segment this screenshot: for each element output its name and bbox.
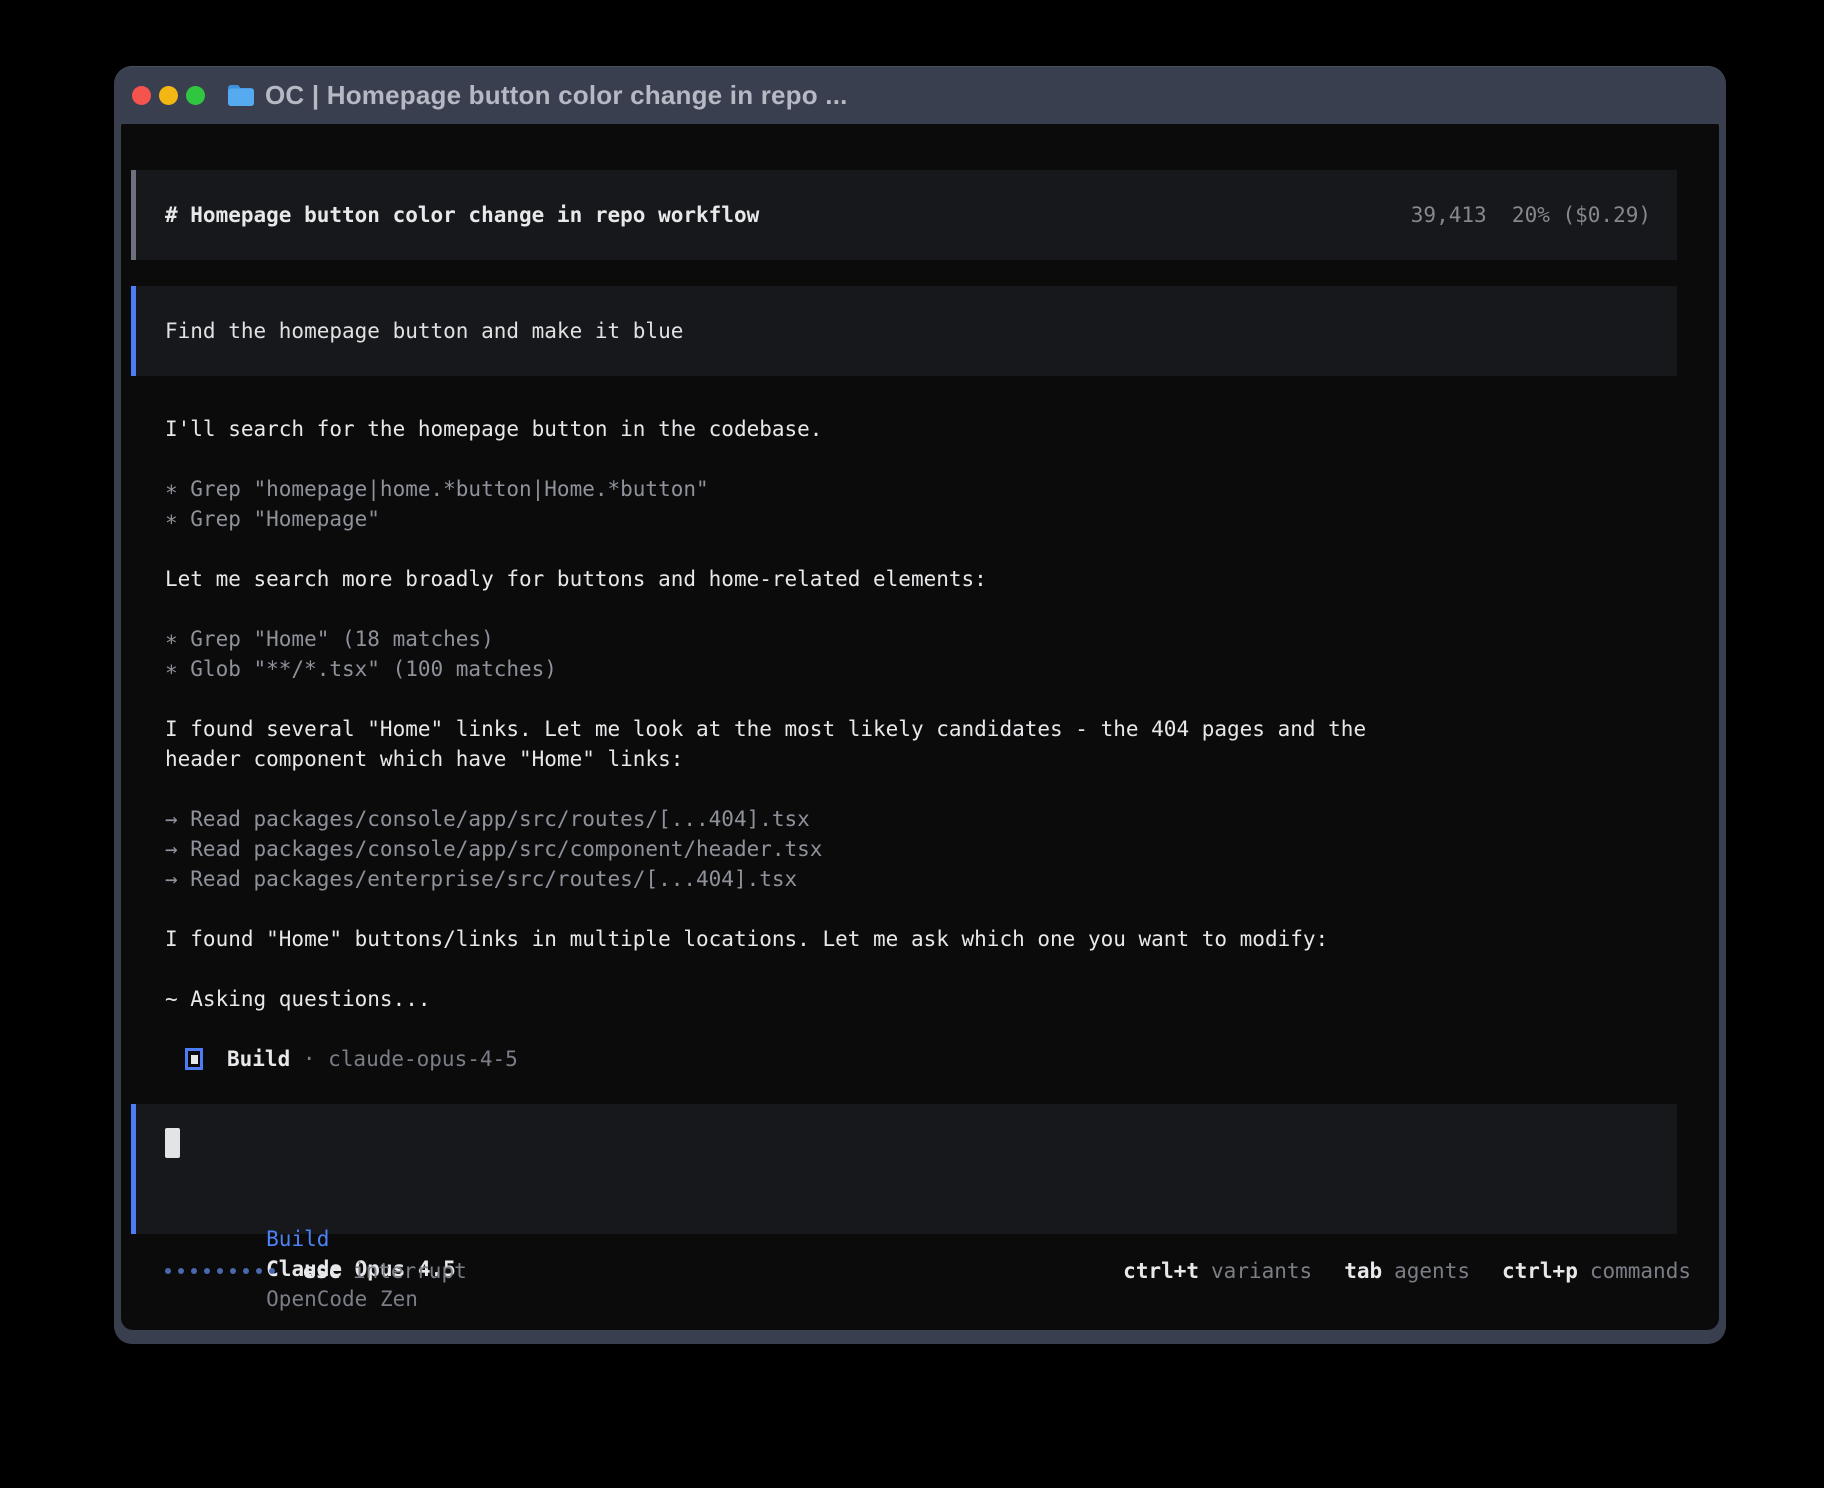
assistant-text-line: I'll search for the homepage button in t… xyxy=(165,414,1719,444)
window-titlebar: OC | Homepage button color change in rep… xyxy=(114,66,1726,124)
agent-status-line: Build · claude-opus-4-5 xyxy=(165,1044,1719,1074)
tool-call-line: ∗ Grep "homepage|home.*button|Home.*butt… xyxy=(165,474,1719,504)
keybind-hint: ctrl+t variants xyxy=(1123,1256,1312,1286)
blank-line xyxy=(165,684,1719,714)
user-message: Find the homepage button and make it blu… xyxy=(131,286,1677,376)
session-header: # Homepage button color change in repo w… xyxy=(131,170,1677,260)
status-bar-left: esc interrupt xyxy=(165,1256,467,1286)
tool-call-line: → Read packages/console/app/src/componen… xyxy=(165,834,1719,864)
assistant-text-line: Let me search more broadly for buttons a… xyxy=(165,564,1719,594)
progress-dot xyxy=(191,1268,197,1274)
prompt-input[interactable]: Build Claude Opus 4.5 OpenCode Zen xyxy=(131,1104,1677,1234)
keybind-hint: ctrl+p commands xyxy=(1502,1256,1691,1286)
tool-call-line: ∗ Glob "**/*.tsx" (100 matches) xyxy=(165,654,1719,684)
esc-key-label: interrupt xyxy=(353,1256,467,1286)
blank-line xyxy=(165,894,1719,924)
progress-dot xyxy=(217,1268,223,1274)
close-button[interactable] xyxy=(132,86,151,105)
blank-line xyxy=(165,774,1719,804)
keybind-key: tab xyxy=(1344,1256,1382,1286)
keybind-key: ctrl+p xyxy=(1502,1256,1578,1286)
blank-line xyxy=(165,534,1719,564)
keybind-key: ctrl+t xyxy=(1123,1256,1199,1286)
traffic-lights xyxy=(132,86,205,105)
model-row: Build Claude Opus 4.5 OpenCode Zen xyxy=(165,1194,1677,1224)
zoom-button[interactable] xyxy=(186,86,205,105)
progress-dot xyxy=(230,1268,236,1274)
progress-dot xyxy=(243,1268,249,1274)
progress-dot xyxy=(204,1268,210,1274)
desktop-background: { "window": { "title": "OC | Homepage bu… xyxy=(0,0,1824,1488)
tool-call-line: → Read packages/enterprise/src/routes/[.… xyxy=(165,864,1719,894)
agent-mode-label[interactable]: Build xyxy=(266,1227,329,1251)
status-bar: esc interrupt ctrl+tvariantstabagentsctr… xyxy=(121,1256,1719,1286)
provider-label: OpenCode Zen xyxy=(266,1287,418,1311)
agent-name: Build xyxy=(227,1044,290,1074)
status-bar-keybinds: ctrl+t variants tab agents ctrl+p commands xyxy=(1091,1256,1691,1286)
progress-dot xyxy=(269,1268,275,1274)
assistant-text-line: ~ Asking questions... xyxy=(165,984,1719,1014)
progress-dot xyxy=(178,1268,184,1274)
tool-call-line: ∗ Grep "Homepage" xyxy=(165,504,1719,534)
assistant-text-line: I found several "Home" links. Let me loo… xyxy=(165,714,1719,744)
build-agent-icon xyxy=(185,1048,203,1070)
text-cursor xyxy=(165,1128,180,1158)
progress-dot xyxy=(165,1268,171,1274)
tool-call-line: → Read packages/console/app/src/routes/[… xyxy=(165,804,1719,834)
blank-line xyxy=(165,954,1719,984)
keybind-hint: tab agents xyxy=(1344,1256,1470,1286)
blank-line xyxy=(165,594,1719,624)
user-message-text: Find the homepage button and make it blu… xyxy=(165,316,683,346)
esc-key-hint: esc xyxy=(303,1256,341,1286)
assistant-text-line: I found "Home" buttons/links in multiple… xyxy=(165,924,1719,954)
keybind-label: variants xyxy=(1211,1256,1312,1286)
blank-line xyxy=(165,1014,1719,1044)
keybind-label: agents xyxy=(1394,1256,1470,1286)
minimize-button[interactable] xyxy=(159,86,178,105)
session-token-stats: 39,413 20% ($0.29) xyxy=(1411,200,1651,230)
window-title: OC | Homepage button color change in rep… xyxy=(265,80,848,111)
terminal-window: OC | Homepage button color change in rep… xyxy=(114,66,1726,1344)
folder-icon xyxy=(227,84,255,107)
agent-model: · claude-opus-4-5 xyxy=(290,1044,518,1074)
blank-line xyxy=(165,444,1719,474)
transcript: I'll search for the homepage button in t… xyxy=(121,414,1719,1074)
session-title: # Homepage button color change in repo w… xyxy=(165,200,759,230)
progress-dots xyxy=(165,1268,275,1274)
tool-call-line: ∗ Grep "Home" (18 matches) xyxy=(165,624,1719,654)
keybind-label: commands xyxy=(1590,1256,1691,1286)
terminal-content: # Homepage button color change in repo w… xyxy=(121,124,1719,1330)
build-agent-icon-core xyxy=(191,1055,198,1064)
progress-dot xyxy=(256,1268,262,1274)
assistant-text-line: header component which have "Home" links… xyxy=(165,744,1719,774)
